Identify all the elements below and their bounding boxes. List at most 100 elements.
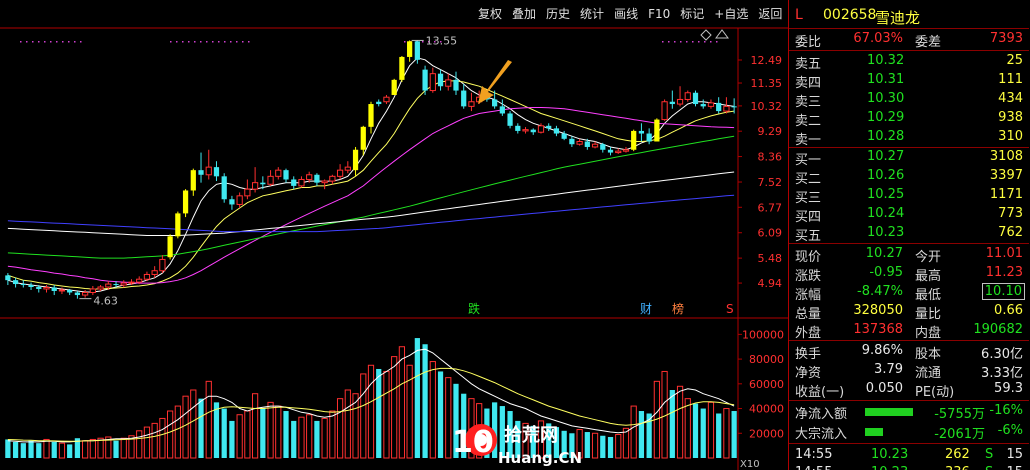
candle-body: [654, 119, 660, 142]
restore-rights-button[interactable]: 复权: [474, 3, 506, 25]
candle-body: [707, 102, 715, 107]
sell-volume: 434: [998, 91, 1023, 106]
event-dot: [218, 41, 220, 43]
sell-level-label: 卖二: [795, 114, 822, 129]
candle-body: [143, 273, 151, 280]
sell-level-row[interactable]: 卖二 10.29 938: [789, 109, 1029, 129]
candle-body: [453, 79, 459, 91]
stock-code: 002658: [823, 7, 877, 23]
history-button[interactable]: 历史: [542, 3, 574, 25]
tick-count: 15: [1006, 447, 1023, 462]
moving-average-line: [7, 135, 735, 259]
candle-body: [700, 104, 706, 107]
event-dot: [704, 41, 706, 43]
volume-bar: [43, 438, 50, 459]
candle-body: [515, 125, 521, 131]
candle-body: [407, 41, 413, 57]
event-dot: [38, 41, 40, 43]
fundamental-row: 换手 9.86% 股本 6.30亿: [789, 342, 1029, 362]
event-dot: [26, 41, 28, 43]
volume-bar: [684, 398, 691, 459]
volume-bar: [414, 338, 420, 458]
candle-body: [314, 174, 320, 183]
candle-body: [731, 106, 737, 108]
candle-body: [669, 101, 675, 105]
candle-body: [260, 182, 266, 185]
volume-axis-label: 40000: [749, 403, 784, 416]
event-dot: [176, 41, 178, 43]
quote-label: 今开: [915, 250, 942, 265]
buy-level-row[interactable]: 买四 10.24 773: [789, 205, 1029, 225]
tick-side: S: [985, 447, 994, 462]
buy-volume: 762: [998, 225, 1023, 240]
volume-bar: [445, 377, 452, 459]
candle-body: [236, 195, 243, 205]
buy-level-label: 买一: [795, 153, 822, 168]
buy-level-row[interactable]: 买二 10.26 3397: [789, 167, 1029, 187]
low-price-label: 4.63: [93, 295, 118, 308]
candle-body: [576, 141, 583, 145]
add-watchlist-button[interactable]: +自选: [710, 3, 752, 25]
event-dot: [44, 41, 46, 43]
sell-level-label: 卖五: [795, 57, 822, 72]
volume-bar: [376, 368, 382, 458]
event-dot: [50, 41, 52, 43]
sell-price: 10.31: [867, 72, 905, 87]
kline-chart-svg[interactable]: 12.49 11.35 10.32 9.29 8.36 7.52 6.77 6.09 5.48 4…: [0, 0, 788, 470]
quote-value: 11.23: [985, 265, 1023, 280]
sell-price: 10.30: [867, 91, 905, 106]
volume-bar: [584, 432, 590, 458]
quote-label: 最高: [915, 269, 942, 284]
triangle-icon: [715, 29, 729, 39]
buy-level-row[interactable]: 买五 10.23 762: [789, 224, 1029, 244]
draw-line-button[interactable]: 画线: [610, 3, 642, 25]
sell-level-label: 卖四: [795, 76, 822, 91]
candle-body: [530, 129, 536, 133]
candle-body: [638, 130, 645, 134]
back-button[interactable]: 返回: [754, 3, 786, 25]
quote-row: 外盘 137368 内盘 190682: [789, 321, 1029, 341]
sell-level-row[interactable]: 卖四 10.31 111: [789, 71, 1029, 91]
candle-body: [383, 96, 390, 103]
event-dot: [80, 41, 82, 43]
buy-level-row[interactable]: 买三 10.25 1171: [789, 186, 1029, 206]
candle-body: [20, 284, 26, 286]
candle-body: [67, 289, 73, 293]
candle-body: [553, 128, 560, 134]
candle-body: [244, 188, 251, 197]
volume-bar: [291, 420, 297, 458]
candle-body: [74, 292, 81, 296]
candle-body: [51, 287, 57, 291]
volume-unit-label: X10: [740, 459, 760, 470]
price-axis-label: 6.77: [758, 201, 783, 214]
f10-button[interactable]: F10: [644, 3, 674, 25]
mark-button[interactable]: 标记: [676, 3, 708, 25]
sell-level-row[interactable]: 卖五 10.32 25: [789, 52, 1029, 72]
candle-body: [422, 69, 428, 91]
moving-average-line: [7, 107, 735, 284]
candle-body: [546, 125, 552, 129]
quote-value: 137368: [853, 322, 903, 337]
overlay-button[interactable]: 叠加: [508, 3, 540, 25]
sell-level-row[interactable]: 卖一 10.28 310: [789, 128, 1029, 148]
fundamental-label: PE(动): [915, 385, 955, 400]
statistics-button[interactable]: 统计: [576, 3, 608, 25]
tick-price: 10.23: [871, 465, 908, 470]
event-dot: [74, 41, 76, 43]
sell-level-row[interactable]: 卖三 10.30 434: [789, 90, 1029, 110]
event-dot: [56, 41, 58, 43]
buy-level-label: 买二: [795, 172, 822, 187]
volume-bar: [159, 417, 166, 459]
kline-chart-area[interactable]: 12.49 11.35 10.32 9.29 8.36 7.52 6.77 6.09 5.48 4…: [0, 0, 788, 470]
volume-bar: [383, 370, 390, 459]
volume-bar: [344, 389, 351, 459]
finance-marker: 财: [640, 302, 652, 316]
candle-body: [445, 79, 452, 87]
buy-level-row[interactable]: 买一 10.27 3108: [789, 148, 1029, 168]
candle-body: [569, 138, 575, 145]
fundamental-label: 换手: [795, 347, 822, 362]
quote-value: 11.01: [985, 246, 1023, 261]
candle-body: [128, 281, 135, 284]
candle-body: [213, 167, 220, 177]
volume-bar: [437, 371, 444, 458]
